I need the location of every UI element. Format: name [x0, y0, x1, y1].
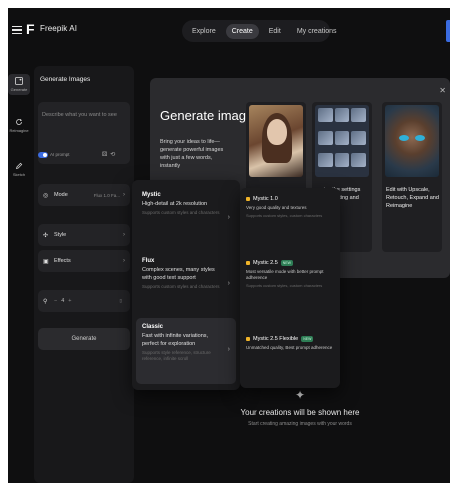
tab-explore[interactable]: Explore — [186, 24, 222, 39]
chevron-right-icon: › — [227, 346, 230, 353]
promo-title: Generate images — [160, 108, 260, 123]
chevron-right-icon: › — [123, 258, 125, 264]
promo-description: Bring your ideas to life—generate powerf… — [160, 139, 224, 169]
rail-label-generate: Generate — [10, 87, 28, 92]
chevron-right-icon: › — [227, 214, 230, 221]
submenu-option-sub: Supports custom styles, custom character… — [246, 213, 323, 218]
submenu-option-mystic-1[interactable]: Mystic 1.0 Very good quality and texture… — [246, 196, 336, 219]
model-subtext: Supports custom styles and characters — [142, 284, 220, 289]
rail-label-reimagine: Reimagine — [9, 128, 29, 133]
menu-icon[interactable] — [12, 26, 22, 34]
mystic-dot-icon — [246, 337, 250, 341]
model-option-classic[interactable]: Classic Fast with infinite variations, p… — [136, 318, 236, 384]
model-option-mystic[interactable]: Mystic High-detail at 2k resolution Supp… — [136, 186, 236, 252]
tool-rail: Generate Reimagine Sketch — [8, 66, 30, 483]
promo-card-edit-text: Edit with Upscale, Retouch, Expand and R… — [386, 187, 439, 209]
top-bar: F Freepik AI Explore Create Edit My crea… — [8, 8, 450, 58]
mode-label: Mode — [54, 192, 68, 198]
style-selector[interactable]: ✣ Style › — [38, 224, 130, 246]
model-description: Complex scenes, many styles with good te… — [142, 267, 215, 281]
rail-item-reimagine[interactable]: Reimagine — [8, 118, 30, 133]
ai-prompt-toggle[interactable] — [38, 152, 48, 158]
mode-selector[interactable]: ◎ Mode Flux 1.0 Fa... › — [38, 184, 130, 206]
panel-title: Generate Images — [40, 76, 91, 83]
portrait-image — [249, 105, 303, 177]
main-nav: Explore Create Edit My creations — [182, 20, 337, 42]
mystic-dot-icon — [246, 261, 250, 265]
model-option-flux[interactable]: Flux Complex scenes, many styles with go… — [136, 252, 236, 318]
tab-edit[interactable]: Edit — [263, 24, 287, 39]
prompt-tools: ⚄⟲ — [102, 151, 118, 158]
pencil-icon — [15, 162, 23, 170]
prompt-placeholder: Describe what you want to see — [42, 112, 117, 118]
sparkle-icon: ✦ — [295, 388, 306, 402]
settings-preview-image — [315, 105, 369, 177]
logo-text[interactable]: Freepik AI — [40, 24, 77, 33]
refresh-icon — [16, 118, 23, 125]
effects-label: Effects — [54, 258, 71, 264]
mode-value: Flux 1.0 Fa... — [93, 192, 120, 198]
rail-item-generate[interactable]: Generate — [8, 74, 30, 95]
image-icon — [15, 77, 23, 85]
model-name: Flux — [142, 258, 155, 264]
rail-label-sketch: Sketch — [12, 172, 26, 177]
submenu-option-desc: Most versatile mode with better prompt a… — [246, 269, 324, 280]
chevron-right-icon: › — [123, 232, 125, 238]
style-icon: ✣ — [43, 232, 49, 239]
tab-my-creations[interactable]: My creations — [291, 24, 343, 39]
model-description: Fast with infinite variations, perfect f… — [142, 333, 209, 347]
dice-icon[interactable]: ⚄ — [102, 152, 110, 158]
aspect-ratio-icon[interactable]: ▯ — [120, 298, 122, 304]
image-options-row: ⚲ − 4 + ▯ — [38, 290, 130, 312]
mode-icon: ◎ — [43, 192, 49, 199]
app-window: F Freepik AI Explore Create Edit My crea… — [8, 8, 450, 483]
freepik-logo-icon[interactable]: F — [26, 22, 36, 36]
submenu-option-name: Mystic 2.5 — [253, 260, 278, 266]
edit-preview-image — [385, 105, 439, 177]
decrease-count-button[interactable]: − — [54, 298, 57, 304]
generate-panel: Generate Images Describe what you want t… — [34, 66, 134, 483]
close-icon[interactable]: ✕ — [439, 86, 446, 95]
empty-state-title: Your creations will be shown here — [240, 408, 360, 417]
mystic-submenu: Mystic 1.0 Very good quality and texture… — [240, 188, 340, 388]
model-name: Classic — [142, 324, 164, 330]
submenu-option-desc: Very good quality and textures — [246, 205, 307, 210]
promo-card-edit[interactable]: Edit with Upscale, Retouch, Expand and R… — [382, 102, 442, 252]
shuffle-icon[interactable]: ⟲ — [110, 152, 118, 158]
image-count: 4 — [61, 298, 65, 304]
chevron-right-icon: › — [227, 280, 230, 287]
chevron-right-icon: › — [123, 192, 125, 198]
new-badge: NEW — [301, 336, 314, 342]
mystic-dot-icon — [246, 197, 250, 201]
model-subtext: Supports custom styles and characters — [142, 210, 220, 215]
submenu-option-mystic-2-5[interactable]: Mystic 2.5 NEW Most versatile mode with b… — [246, 260, 336, 289]
model-description: High-detail at 2k resolution — [142, 201, 208, 207]
model-name: Mystic — [142, 192, 161, 198]
submenu-option-sub: Supports custom styles, custom character… — [246, 283, 323, 288]
generate-button[interactable]: Generate — [38, 328, 130, 350]
submenu-option-name: Mystic 1.0 — [253, 196, 278, 202]
model-menu: Mystic High-detail at 2k resolution Supp… — [132, 180, 240, 390]
effects-icon: ▣ — [43, 258, 49, 265]
new-badge: NEW — [280, 260, 293, 266]
account-button[interactable] — [446, 20, 450, 42]
model-subtext: Supports style reference, structure refe… — [142, 350, 211, 361]
submenu-option-name: Mystic 2.5 Flexible — [253, 336, 299, 342]
submenu-option-desc: Unmatched quality, Best prompt adherence — [246, 345, 333, 350]
effects-selector[interactable]: ▣ Effects › — [38, 250, 130, 272]
rail-item-sketch[interactable]: Sketch — [8, 162, 30, 177]
location-pin-icon[interactable]: ⚲ — [43, 298, 50, 305]
style-label: Style — [54, 232, 67, 238]
ai-prompt-label: AI prompt — [50, 152, 70, 157]
tab-create[interactable]: Create — [225, 23, 259, 39]
empty-state-subtitle: Start creating amazing images with your … — [248, 421, 352, 427]
increase-count-button[interactable]: + — [68, 298, 71, 304]
submenu-option-mystic-2-5-flexible[interactable]: Mystic 2.5 Flexible NEW Unmatched quality… — [246, 336, 336, 351]
